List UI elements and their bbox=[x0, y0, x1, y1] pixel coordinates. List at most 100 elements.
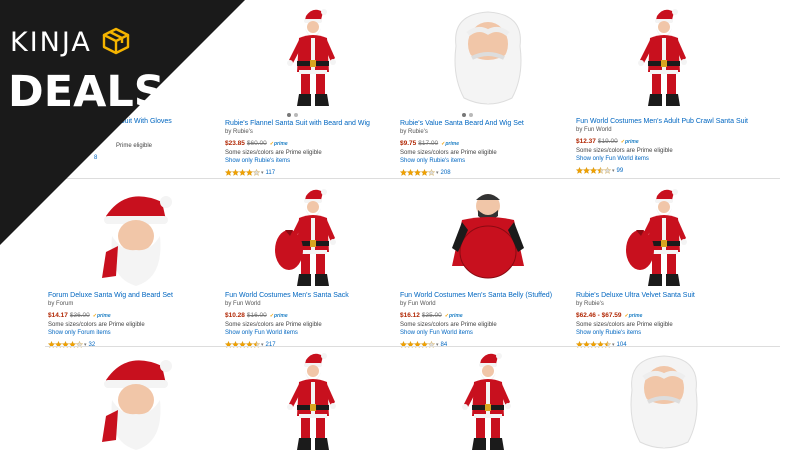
product-image[interactable] bbox=[400, 186, 575, 291]
santa-hat-beard-image bbox=[101, 196, 172, 286]
santa-belly-image bbox=[451, 194, 524, 279]
rating-row: ▾ 84 bbox=[400, 340, 575, 349]
rating-row: ▾ 208 bbox=[400, 168, 575, 177]
product-card[interactable] bbox=[48, 350, 223, 450]
santa-full-suit-image bbox=[286, 9, 336, 106]
product-title[interactable]: Forum Deluxe Santa Wig and Beard Set bbox=[48, 291, 223, 300]
product-title[interactable]: Fun World Costumes Men's Santa Sack bbox=[225, 291, 400, 300]
santa-hat-beard-image bbox=[101, 360, 172, 450]
star-icon bbox=[421, 169, 428, 176]
product-image[interactable] bbox=[48, 186, 223, 291]
show-only-brand-link[interactable]: Show only Rubie's items bbox=[225, 157, 400, 166]
product-title[interactable]: Fun World Costumes Men's Adult Pub Crawl… bbox=[576, 117, 751, 126]
review-count[interactable]: 99 bbox=[617, 168, 624, 174]
chevron-down-icon[interactable]: ▾ bbox=[436, 170, 439, 176]
show-only-brand-link[interactable]: Show only Rubie's items bbox=[400, 157, 575, 166]
review-count[interactable]: 208 bbox=[441, 170, 451, 176]
price-row: $14.17 $36.00 ✓prime bbox=[48, 311, 223, 321]
list-price: $35.00 bbox=[421, 312, 442, 319]
prime-eligible-text: Some sizes/colors are Prime eligible bbox=[48, 322, 145, 328]
product-card[interactable]: Rubie's Flannel Santa Suit with Beard an… bbox=[225, 6, 400, 177]
price-row: $9.75 $17.00 ✓prime bbox=[400, 139, 575, 149]
santa-sack-image bbox=[274, 189, 336, 286]
review-count[interactable]: 8 bbox=[48, 155, 223, 161]
star-icon bbox=[597, 167, 604, 174]
show-only-brand-link[interactable]: Show only Fun World items bbox=[225, 329, 400, 338]
santa-full-suit-image bbox=[637, 9, 687, 106]
show-only-brand-link[interactable]: Show only Fun World items bbox=[576, 155, 751, 164]
price-row: $62.46 - $67.59 ✓prime bbox=[576, 311, 751, 321]
product-image[interactable] bbox=[576, 6, 751, 111]
product-image[interactable] bbox=[225, 350, 400, 450]
star-icon bbox=[428, 169, 435, 176]
star-rating[interactable] bbox=[225, 169, 260, 176]
product-image[interactable] bbox=[225, 6, 400, 111]
star-icon bbox=[414, 169, 421, 176]
product-brand: by Rubie's bbox=[225, 129, 253, 135]
star-icon bbox=[246, 169, 253, 176]
show-only-brand-link[interactable]: Show only Fun World items bbox=[400, 329, 575, 338]
product-card[interactable]: Fun World Costumes Men's Adult Pub Crawl… bbox=[576, 6, 751, 175]
star-icon bbox=[576, 167, 583, 174]
product-title[interactable]: Rubie's Deluxe Ultra Velvet Santa Suit bbox=[576, 291, 751, 300]
product-card[interactable]: Forum Deluxe Santa Wig and Beard Set by F… bbox=[48, 186, 223, 349]
prime-badge-icon: ✓prime bbox=[444, 313, 463, 319]
product-title[interactable]: Suit With Gloves bbox=[48, 117, 223, 126]
prime-eligible-text: Some sizes/colors are Prime eligible bbox=[400, 150, 497, 156]
prime-badge-icon: ✓prime bbox=[269, 141, 288, 147]
star-icon bbox=[590, 167, 597, 174]
product-price: $62.46 - $67.59 bbox=[576, 312, 622, 319]
prime-badge-icon: ✓prime bbox=[620, 139, 639, 145]
chevron-down-icon[interactable]: ▾ bbox=[261, 170, 264, 176]
product-image[interactable] bbox=[576, 350, 751, 450]
product-card[interactable]: Fun World Costumes Men's Santa Belly (St… bbox=[400, 186, 575, 349]
prime-eligible-text: Some sizes/colors are Prime eligible bbox=[225, 150, 322, 156]
star-icon bbox=[407, 169, 414, 176]
product-image[interactable] bbox=[225, 186, 400, 291]
rating-row: ▾ 99 bbox=[576, 166, 751, 175]
price-row: $12.37 $19.00 ✓prime bbox=[576, 137, 751, 147]
rating-row: ▾ 117 bbox=[225, 168, 400, 177]
product-title[interactable]: Rubie's Value Santa Beard And Wig Set bbox=[400, 119, 575, 128]
product-image[interactable] bbox=[48, 6, 223, 111]
star-icon bbox=[239, 169, 246, 176]
show-only-brand-link[interactable]: Show only Rubie's items bbox=[576, 329, 751, 338]
product-price: $16.12 bbox=[400, 312, 420, 319]
show-only-brand-link[interactable]: Show only Forum items bbox=[48, 329, 223, 338]
star-icon bbox=[225, 169, 232, 176]
review-count[interactable]: 117 bbox=[266, 170, 276, 176]
product-card[interactable]: Suit With Gloves Prime eligible 8 bbox=[48, 6, 223, 161]
product-image[interactable] bbox=[48, 350, 223, 450]
row-divider bbox=[45, 346, 780, 347]
product-price: $10.28 bbox=[225, 312, 245, 319]
row-divider bbox=[45, 178, 780, 179]
santa-full-suit-image bbox=[461, 353, 511, 450]
price-row: $10.28 $16.00 ✓prime bbox=[225, 311, 400, 321]
product-image[interactable] bbox=[400, 350, 575, 450]
rating-row: ▾ 104 bbox=[576, 340, 751, 349]
product-card[interactable]: Fun World Costumes Men's Santa Sack by Fu… bbox=[225, 186, 400, 349]
list-price: $17.00 bbox=[418, 140, 439, 147]
rating-row: ▾ 217 bbox=[225, 340, 400, 349]
santa-full-suit-image bbox=[286, 353, 336, 450]
price-row: $16.12 $35.00 ✓prime bbox=[400, 311, 575, 321]
product-image[interactable] bbox=[576, 186, 751, 291]
product-brand: by Forum bbox=[48, 301, 74, 307]
santa-sack-image bbox=[625, 189, 687, 286]
chevron-down-icon[interactable]: ▾ bbox=[612, 168, 615, 174]
product-card[interactable]: Rubie's Deluxe Ultra Velvet Santa Suit by… bbox=[576, 186, 751, 349]
star-rating[interactable] bbox=[400, 169, 435, 176]
product-card[interactable] bbox=[400, 350, 575, 450]
product-brand: by Rubie's bbox=[400, 129, 428, 135]
product-card[interactable] bbox=[576, 350, 751, 450]
product-title[interactable]: Rubie's Flannel Santa Suit with Beard an… bbox=[225, 119, 400, 128]
product-image[interactable] bbox=[400, 6, 575, 111]
list-price: $60.00 bbox=[246, 140, 267, 147]
star-rating[interactable] bbox=[576, 167, 611, 174]
product-card[interactable] bbox=[225, 350, 400, 450]
product-brand: by Fun World bbox=[576, 127, 612, 133]
product-brand: by Fun World bbox=[225, 301, 261, 307]
product-title[interactable]: Fun World Costumes Men's Santa Belly (St… bbox=[400, 291, 575, 300]
product-grid: Suit With Gloves Prime eligible 8 Rubie'… bbox=[0, 0, 800, 450]
product-card[interactable]: Rubie's Value Santa Beard And Wig Set by … bbox=[400, 6, 575, 177]
